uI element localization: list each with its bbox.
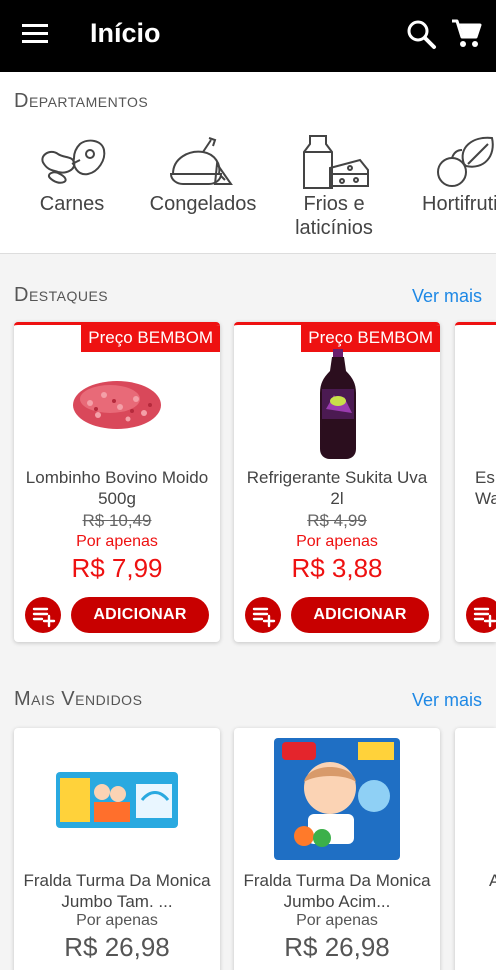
mais-vendidos-ver-mais-link[interactable]: Ver mais [412, 690, 482, 711]
cart-icon[interactable] [449, 16, 483, 50]
dairy-icon [303, 135, 369, 189]
produce-icon [437, 136, 494, 187]
product-name: Refrigerante Sukita Uva 2l [246, 468, 428, 508]
department-carnes[interactable]: Carnes [32, 134, 112, 216]
diaper-pack-image [274, 738, 400, 860]
product-name: A [489, 871, 496, 890]
add-to-list-button[interactable] [25, 597, 61, 633]
por-apenas-label: Por apenas [296, 533, 378, 550]
product-price: R$ 3,88 [291, 553, 383, 583]
product-price: R$ 26,98 [284, 932, 390, 962]
departments-panel: Departamentos Carnes Congelados Frios e … [0, 72, 496, 254]
page-title: Início [90, 18, 161, 48]
product-card-partial[interactable]: A [455, 728, 496, 970]
search-icon[interactable] [405, 18, 437, 50]
product-card[interactable]: Fralda Turma Da Monica Jumbo Acim... Por… [234, 728, 440, 970]
product-card-partial[interactable]: Es Wa [455, 322, 496, 642]
department-label: Congelados [149, 193, 257, 215]
meat-icon [41, 139, 106, 184]
app-bar: Início [0, 0, 496, 72]
product-name: Es Wa [475, 468, 496, 508]
por-apenas-label: Por apenas [76, 533, 158, 550]
add-to-cart-button[interactable]: ADICIONAR [291, 597, 429, 633]
department-hortifruti[interactable]: Hortifruti [422, 134, 496, 216]
product-name: Fralda Turma Da Monica Jumbo Tam. ... [23, 871, 211, 911]
playlist-add-icon [473, 607, 496, 628]
product-card[interactable]: Fralda Turma Da Monica Jumbo Tam. ... Po… [14, 728, 220, 970]
product-price: R$ 7,99 [71, 553, 163, 583]
frozen-chicken-icon [169, 137, 233, 185]
product-card[interactable]: Preço BEMBOM Lombinho Bovino Moido 500g … [14, 322, 220, 642]
ground-beef-image [73, 381, 161, 429]
destaques-title: Destaques [14, 284, 109, 306]
mais-vendidos-title: Mais Vendidos [14, 688, 143, 710]
por-apenas-label: Por apenas [296, 912, 378, 929]
old-price: R$ 10,49 [82, 511, 152, 530]
diaper-pack-image [56, 772, 178, 828]
promo-badge: Preço BEMBOM [301, 325, 440, 352]
department-label: Frios e laticínios [295, 193, 373, 239]
product-card[interactable]: Preço BEMBOM Refrigerante Sukita Uva 2l … [234, 322, 440, 642]
product-price: R$ 26,98 [64, 932, 170, 962]
old-price: R$ 4,99 [307, 511, 367, 530]
playlist-add-icon [32, 607, 56, 628]
playlist-add-icon [252, 607, 276, 628]
product-name: Fralda Turma Da Monica Jumbo Acim... [243, 871, 431, 911]
add-to-cart-button[interactable]: ADICIONAR [71, 597, 209, 633]
add-to-list-button[interactable] [466, 597, 496, 633]
por-apenas-label: Por apenas [76, 912, 158, 929]
add-to-list-button[interactable] [245, 597, 281, 633]
promo-badge: Preço BEMBOM [81, 325, 220, 352]
department-label: Carnes [39, 193, 105, 215]
soda-bottle-image [320, 349, 356, 459]
destaques-ver-mais-link[interactable]: Ver mais [412, 286, 482, 307]
department-label: Hortifruti [422, 193, 496, 215]
menu-icon[interactable] [22, 24, 50, 48]
department-congelados[interactable]: Congelados [146, 134, 260, 216]
departments-title: Departamentos [14, 90, 149, 112]
product-name: Lombinho Bovino Moido 500g [25, 468, 209, 508]
department-frios-laticinios[interactable]: Frios e laticínios [286, 134, 382, 240]
